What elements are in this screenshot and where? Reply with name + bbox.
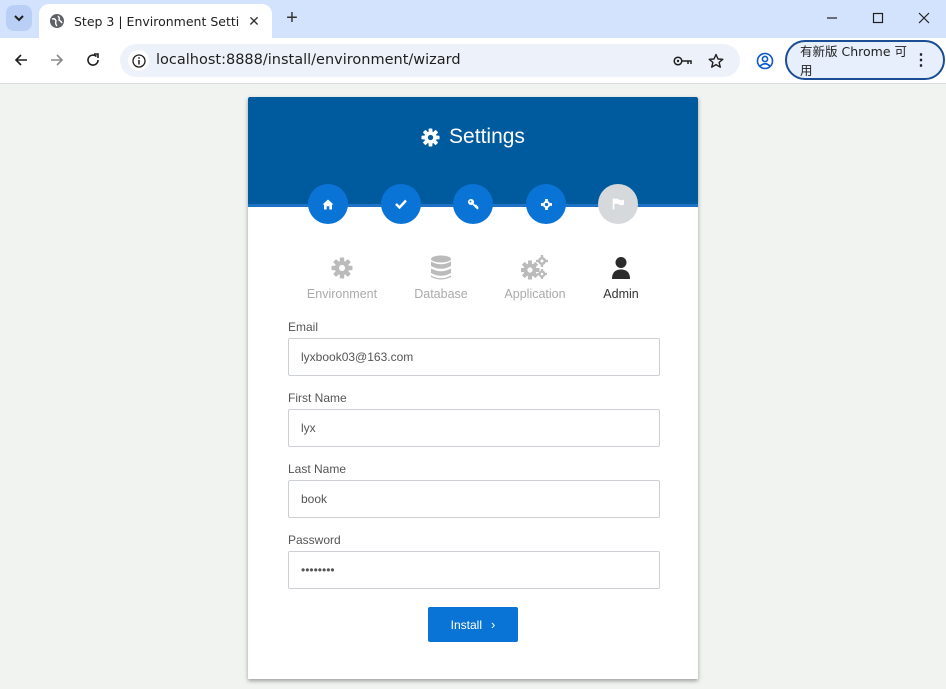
- site-info-icon[interactable]: [128, 50, 149, 71]
- install-button[interactable]: Install ›: [428, 607, 518, 642]
- globe-icon: [50, 14, 64, 28]
- substep-environment[interactable]: Environment: [287, 253, 397, 301]
- user-icon: [612, 257, 630, 279]
- chrome-update-button[interactable]: 有新版 Chrome 可用 ⋮: [785, 40, 945, 80]
- email-label: Email: [288, 320, 319, 334]
- step-home[interactable]: [308, 184, 348, 224]
- password-label: Password: [288, 533, 341, 547]
- browser-tab-strip: Step 3 | Environment Settings ✕ +: [0, 0, 946, 38]
- reload-icon[interactable]: [79, 46, 107, 74]
- maximize-icon[interactable]: [855, 0, 901, 36]
- key-icon: [468, 199, 479, 210]
- back-icon[interactable]: [7, 46, 35, 74]
- gear-icon: [421, 127, 440, 147]
- profile-icon[interactable]: [754, 50, 776, 72]
- settings-title: Settings: [248, 125, 698, 149]
- browser-toolbar: localhost:8888/install/environment/wizar…: [0, 38, 946, 84]
- password-field[interactable]: [288, 551, 660, 589]
- chrome-update-label: 有新版 Chrome 可用: [800, 44, 907, 78]
- chevron-right-icon: ›: [491, 617, 496, 632]
- browser-tab[interactable]: Step 3 | Environment Settings ✕: [39, 4, 272, 38]
- tab-close-icon[interactable]: ✕: [246, 13, 262, 30]
- database-icon: [431, 255, 451, 280]
- install-label: Install: [450, 617, 482, 632]
- substep-label: Admin: [603, 287, 639, 301]
- forward-icon[interactable]: [43, 46, 71, 74]
- address-bar[interactable]: localhost:8888/install/environment/wizar…: [120, 44, 740, 77]
- check-icon: [395, 199, 407, 209]
- password-key-icon[interactable]: [673, 51, 693, 71]
- step-key[interactable]: [453, 184, 493, 224]
- minimize-icon[interactable]: [809, 0, 855, 36]
- gear-icon: [540, 198, 552, 210]
- step-flag[interactable]: [598, 184, 638, 224]
- first-name-field[interactable]: [288, 409, 660, 447]
- last-name-field[interactable]: [288, 480, 660, 518]
- first-name-label: First Name: [288, 391, 347, 405]
- gear-icon: [331, 257, 353, 279]
- email-field[interactable]: [288, 338, 660, 376]
- flag-icon: [612, 198, 624, 210]
- substep-label: Environment: [306, 287, 378, 301]
- last-name-label: Last Name: [288, 462, 347, 476]
- menu-dots-icon[interactable]: ⋮: [913, 50, 929, 70]
- step-check[interactable]: [381, 184, 421, 224]
- gears-icon: [521, 255, 548, 280]
- bookmark-star-icon[interactable]: [706, 51, 726, 71]
- close-window-icon[interactable]: [901, 0, 946, 36]
- step-gear[interactable]: [526, 184, 566, 224]
- settings-card: Settings Environment Database Applicatio…: [248, 97, 698, 679]
- settings-title-text: Settings: [449, 125, 525, 148]
- home-icon: [322, 199, 334, 209]
- substep-admin[interactable]: Admin: [566, 253, 676, 301]
- tab-title: Step 3 | Environment Settings: [74, 13, 240, 29]
- url-text: localhost:8888/install/environment/wizar…: [156, 52, 461, 68]
- tab-search-icon[interactable]: [6, 5, 32, 31]
- new-tab-button[interactable]: +: [282, 8, 302, 28]
